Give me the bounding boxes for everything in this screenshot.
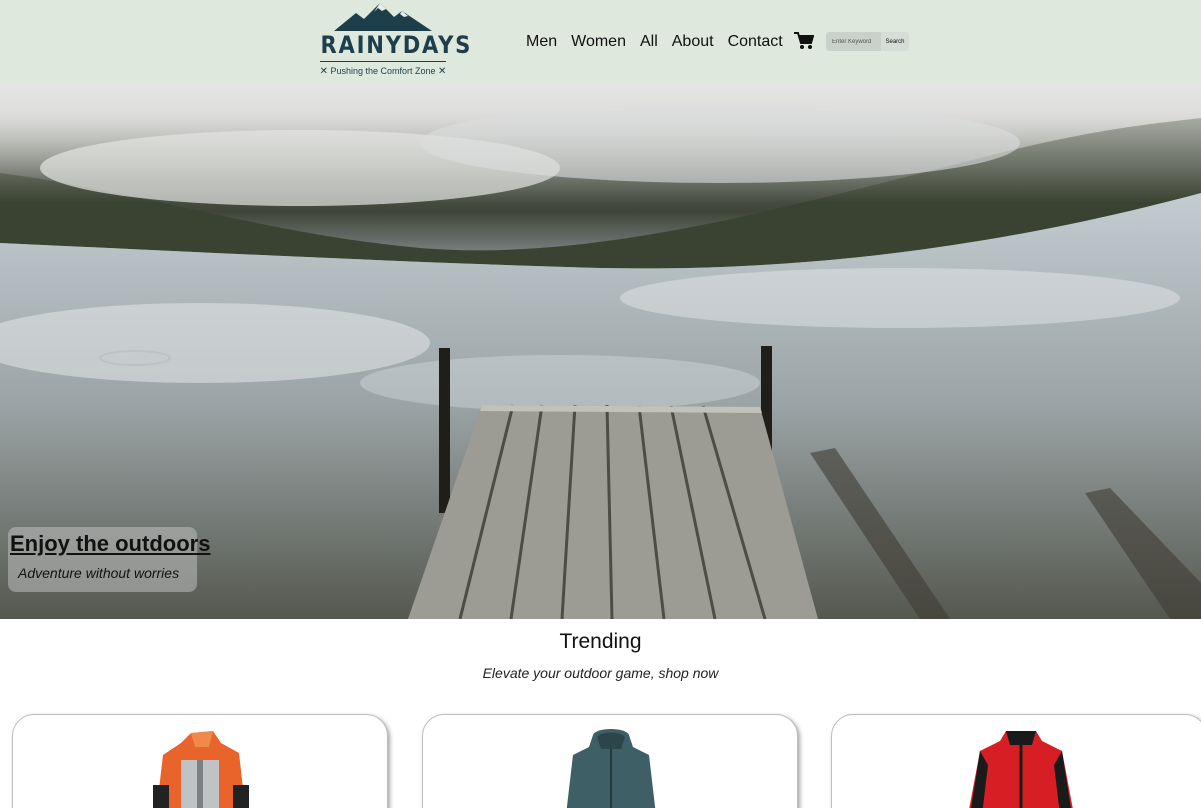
cross-icon: ✕	[438, 66, 447, 77]
brand-tagline-text: Pushing the Comfort Zone	[330, 66, 436, 76]
brand-name: RAINYDAYS	[320, 31, 473, 59]
search-button[interactable]: Search	[881, 32, 909, 51]
product-card[interactable]	[12, 714, 388, 808]
teal-parka-image	[566, 729, 656, 808]
brand-logo[interactable]: RAINYDAYS ✕ Pushing the Comfort Zone ✕	[312, 3, 473, 79]
hero-subtitle: Adventure without worries	[18, 565, 180, 581]
trending-subheading: Elevate your outdoor game, shop now	[482, 665, 719, 681]
nav-link-about[interactable]: About	[672, 33, 714, 51]
hero-caption: Enjoy the outdoors Adventure without wor…	[8, 527, 210, 592]
trending-heading: Trending	[559, 630, 642, 653]
red-cycling-jacket-image	[969, 731, 1073, 808]
site-header: RAINYDAYS ✕ Pushing the Comfort Zone ✕ M…	[0, 0, 1201, 83]
brand-tagline: ✕ Pushing the Comfort Zone ✕	[312, 66, 454, 77]
cross-icon: ✕	[319, 66, 328, 77]
nav-link-all[interactable]: All	[640, 33, 658, 51]
hero-title[interactable]: Enjoy the outdoors	[10, 531, 210, 557]
logo-divider	[320, 61, 446, 62]
nav-link-contact[interactable]: Contact	[728, 33, 783, 51]
hero-banner: Enjoy the outdoors Adventure without wor…	[0, 83, 1201, 619]
mountain-logo-icon	[334, 3, 432, 31]
search-input[interactable]	[826, 32, 881, 51]
nav-link-men[interactable]: Men	[526, 33, 557, 51]
product-card[interactable]	[831, 714, 1201, 808]
orange-survival-jacket-image	[153, 731, 249, 808]
main-nav: Men Women All About Contact	[526, 33, 797, 51]
search-form: Search	[826, 32, 909, 51]
cart-icon[interactable]	[794, 32, 814, 50]
product-card[interactable]	[422, 714, 798, 808]
nav-link-women[interactable]: Women	[571, 33, 626, 51]
